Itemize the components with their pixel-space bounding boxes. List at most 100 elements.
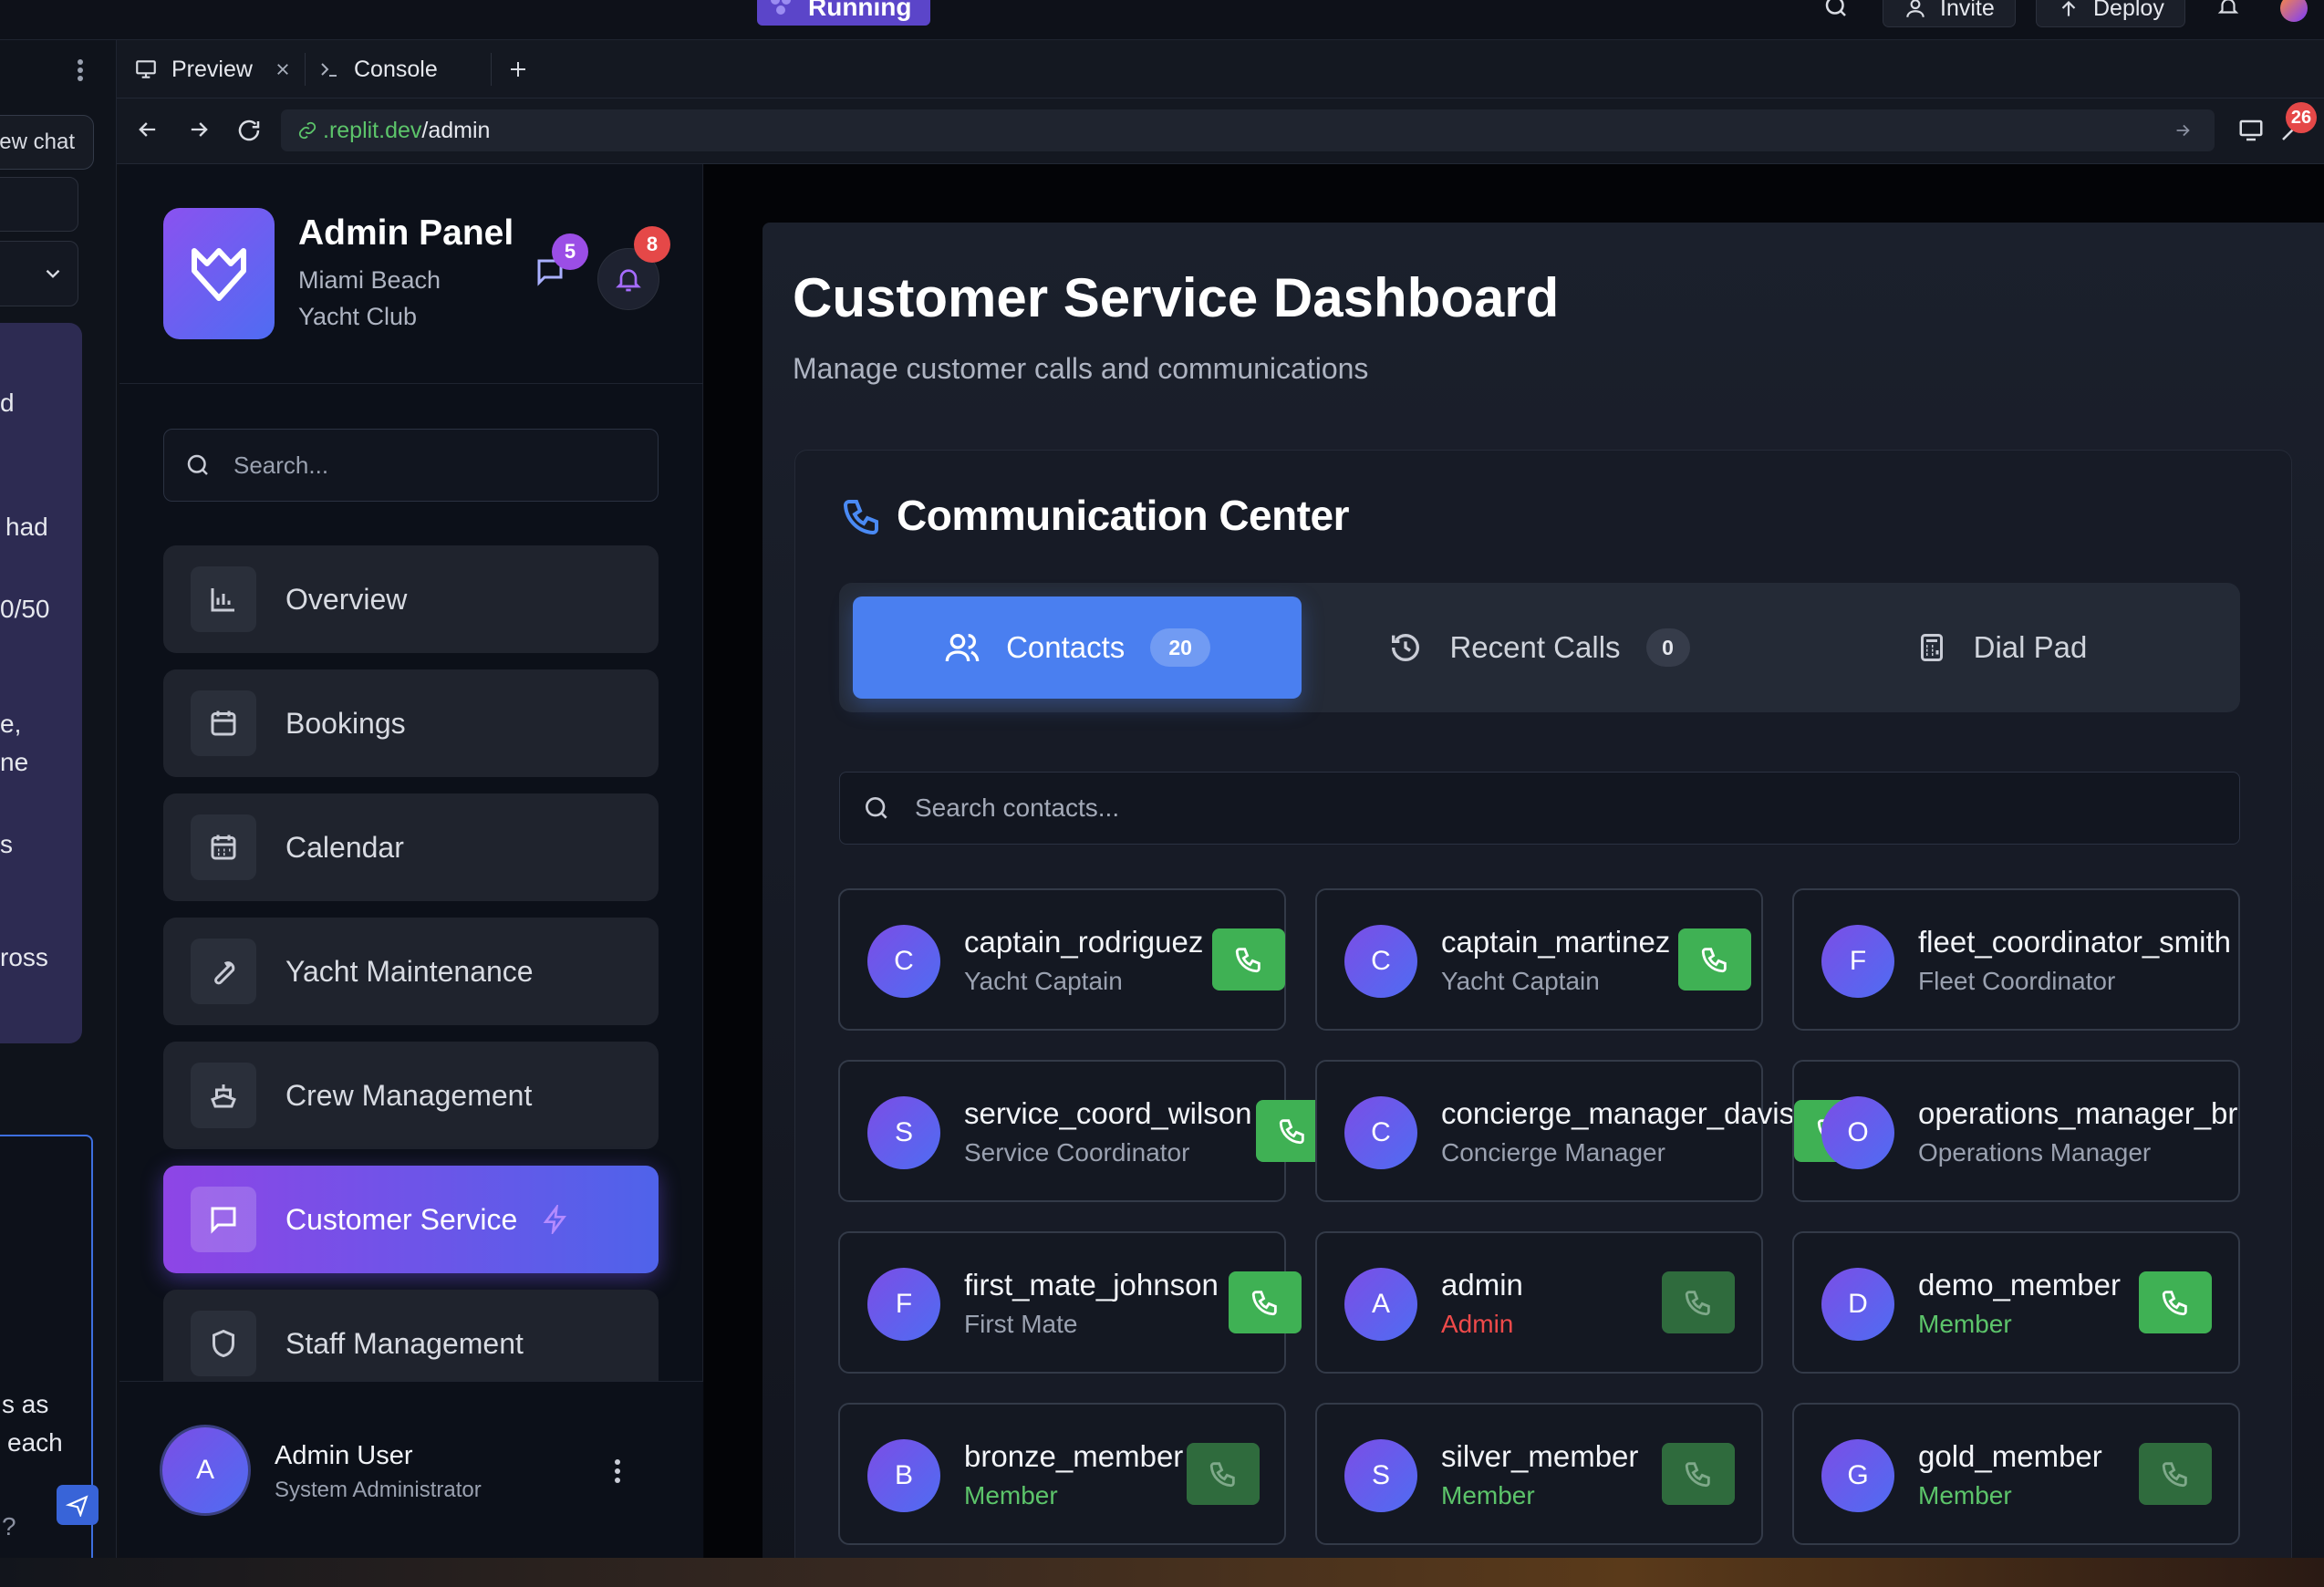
- tab-contacts-label: Contacts: [1006, 630, 1126, 664]
- contact-role: Concierge Manager: [1441, 1138, 1665, 1167]
- sidebar-item-label: Yacht Maintenance: [285, 954, 534, 988]
- send-button[interactable]: [57, 1485, 99, 1525]
- contact-card[interactable]: operations_manager_br Operations Manager O: [1792, 1060, 2240, 1202]
- call-button[interactable]: [1662, 1443, 1735, 1505]
- ide-top-bar: Running Invite Deploy: [0, 0, 2324, 40]
- call-button[interactable]: [1229, 1271, 1302, 1333]
- more-vertical-icon[interactable]: [612, 1457, 623, 1485]
- error-count-badge[interactable]: 26: [2286, 102, 2317, 133]
- invite-button[interactable]: Invite: [1883, 0, 2016, 27]
- contact-card[interactable]: concierge_manager_davis Concierge Manager…: [1315, 1060, 1870, 1202]
- contact-card[interactable]: silver_member Member S: [1315, 1403, 1763, 1545]
- phone-icon: [2162, 1291, 2187, 1316]
- external-arrow-icon[interactable]: [2173, 120, 2193, 140]
- sidebar-item-overview[interactable]: Overview: [163, 545, 659, 653]
- contact-role: Yacht Captain: [964, 967, 1123, 995]
- phone-icon: [840, 494, 884, 538]
- deploy-button[interactable]: Deploy: [2036, 0, 2185, 27]
- tab-dial-pad[interactable]: Dial Pad: [1776, 596, 2226, 699]
- ship-icon: [191, 1063, 256, 1128]
- call-button[interactable]: [1187, 1443, 1260, 1505]
- contact-card[interactable]: first_mate_johnson First Mate F: [838, 1231, 1302, 1374]
- contact-avatar: G: [1821, 1439, 1894, 1512]
- new-chat-button[interactable]: ew chat: [0, 115, 94, 170]
- page-subtitle: Manage customer calls and communications: [793, 352, 1369, 385]
- upload-icon: [2057, 0, 2080, 20]
- model-select[interactable]: [0, 241, 78, 306]
- sidebar-item-label: Crew Management: [285, 1078, 533, 1112]
- tab-divider: [305, 53, 306, 86]
- tab-contacts[interactable]: Contacts 20: [853, 596, 1302, 699]
- sidebar-item-label: Staff Management: [285, 1326, 524, 1360]
- section-title: Communication Center: [897, 492, 1350, 539]
- message-fragment: e,: [0, 710, 22, 738]
- tab-console-label: Console: [354, 56, 438, 82]
- messages-badge: 5: [552, 233, 588, 270]
- more-vertical-icon[interactable]: [71, 57, 89, 84]
- calendar-icon: [191, 690, 256, 756]
- invite-label: Invite: [1940, 0, 1995, 21]
- contact-card[interactable]: bronze_member Member B: [838, 1403, 1286, 1545]
- sidebar-search-input[interactable]: Search...: [163, 429, 659, 502]
- contact-card[interactable]: demo_member Member D: [1792, 1231, 2240, 1374]
- contact-card[interactable]: captain_rodriguez Yacht Captain C: [838, 888, 1286, 1031]
- agent-message-bubble: d had 0/50 e, ne s ross: [0, 323, 82, 1043]
- call-button[interactable]: [2139, 1271, 2212, 1333]
- contact-role: Member: [1441, 1481, 1535, 1509]
- avatar[interactable]: A: [160, 1425, 251, 1516]
- sidebar-item-calendar[interactable]: Calendar: [163, 794, 659, 901]
- url-input[interactable]: .replit.dev/admin: [281, 109, 2215, 151]
- calculator-icon: [1915, 629, 1948, 666]
- contact-card[interactable]: captain_martinez Yacht Captain C: [1315, 888, 1763, 1031]
- link-icon: [297, 120, 317, 140]
- sidebar-item-label: Overview: [285, 582, 408, 616]
- plus-icon[interactable]: [507, 58, 529, 80]
- contact-name: service_coord_wilson: [964, 1096, 1252, 1130]
- contact-role: Service Coordinator: [964, 1138, 1190, 1167]
- devices-icon[interactable]: [2236, 117, 2266, 144]
- sidebar-item-bookings[interactable]: Bookings: [163, 669, 659, 777]
- bell-icon[interactable]: [2215, 0, 2242, 18]
- phone-icon: [1701, 948, 1727, 973]
- contact-card[interactable]: service_coord_wilson Service Coordinator S: [838, 1060, 1329, 1202]
- tab-recent-calls-label: Recent Calls: [1449, 630, 1621, 664]
- tab-recent-calls[interactable]: Recent Calls 0: [1305, 596, 1772, 699]
- contact-avatar: F: [1821, 925, 1894, 998]
- phone-icon: [1209, 1462, 1235, 1488]
- contact-avatar: O: [1821, 1096, 1894, 1169]
- bell-icon: [614, 264, 643, 294]
- contact-name: gold_member: [1918, 1439, 2102, 1473]
- call-button[interactable]: [1678, 928, 1751, 991]
- call-button[interactable]: [2139, 1443, 2212, 1505]
- contact-avatar: C: [1344, 1096, 1417, 1169]
- contact-card[interactable]: admin Admin A: [1315, 1231, 1763, 1374]
- terminal-icon: [317, 58, 341, 80]
- anchor-logo-icon: [189, 242, 249, 306]
- sidebar-item-yacht-maintenance[interactable]: Yacht Maintenance: [163, 918, 659, 1025]
- close-icon[interactable]: [275, 61, 291, 78]
- contact-search-input[interactable]: Search contacts...: [839, 772, 2240, 845]
- contact-avatar: A: [1344, 1268, 1417, 1341]
- call-button[interactable]: [1212, 928, 1285, 991]
- phone-icon: [1251, 1291, 1277, 1316]
- contact-avatar: S: [867, 1096, 940, 1169]
- contact-card[interactable]: fleet_coordinator_smith Fleet Coordinator…: [1792, 888, 2240, 1031]
- refresh-icon[interactable]: [235, 117, 263, 144]
- arrow-right-icon[interactable]: [186, 117, 212, 142]
- account-avatar[interactable]: [2280, 0, 2308, 22]
- search-icon[interactable]: [1822, 0, 1850, 20]
- chat-history-field[interactable]: [0, 177, 78, 232]
- call-button[interactable]: [1662, 1271, 1735, 1333]
- contact-card[interactable]: gold_member Member G: [1792, 1403, 2240, 1545]
- sidebar-item-customer-service[interactable]: Customer Service: [163, 1166, 659, 1273]
- running-status-badge[interactable]: Running: [757, 0, 930, 26]
- arrow-left-icon[interactable]: [135, 117, 161, 142]
- calendar-grid-icon: [191, 814, 256, 880]
- message-fragment: ne: [0, 748, 29, 776]
- search-icon: [184, 451, 212, 479]
- tab-console[interactable]: Console: [317, 40, 438, 99]
- contact-name: fleet_coordinator_smith: [1918, 925, 2232, 959]
- tab-preview[interactable]: Preview: [133, 40, 291, 99]
- lightning-icon: [541, 1205, 570, 1234]
- sidebar-item-crew-management[interactable]: Crew Management: [163, 1042, 659, 1149]
